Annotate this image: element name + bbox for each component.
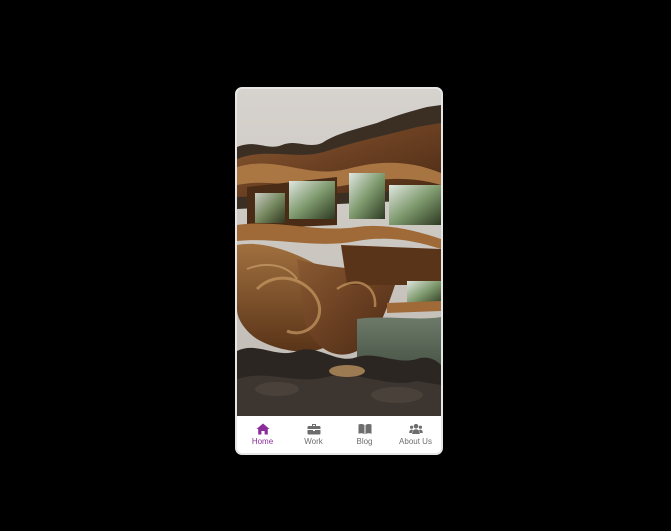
tab-work[interactable]: Work — [288, 423, 339, 447]
tab-home[interactable]: Home — [237, 423, 288, 447]
tab-work-label: Work — [304, 436, 323, 446]
tab-home-label: Home — [251, 436, 274, 446]
tab-blog-label: Blog — [356, 436, 373, 446]
tab-about-us[interactable]: About Us — [390, 423, 441, 447]
tab-blog[interactable]: Blog — [339, 423, 390, 447]
users-icon — [408, 423, 423, 434]
briefcase-icon — [307, 423, 320, 434]
home-icon — [256, 423, 269, 434]
tree-house-illustration — [237, 89, 441, 416]
screen-background: Home Work Blog About Us — [0, 0, 671, 531]
hero-image — [237, 89, 441, 416]
tab-about-us-label: About Us — [399, 436, 432, 446]
book-icon — [358, 423, 371, 434]
bottom-tab-bar: Home Work Blog About Us — [237, 416, 441, 453]
mobile-app-frame: Home Work Blog About Us — [235, 87, 443, 455]
